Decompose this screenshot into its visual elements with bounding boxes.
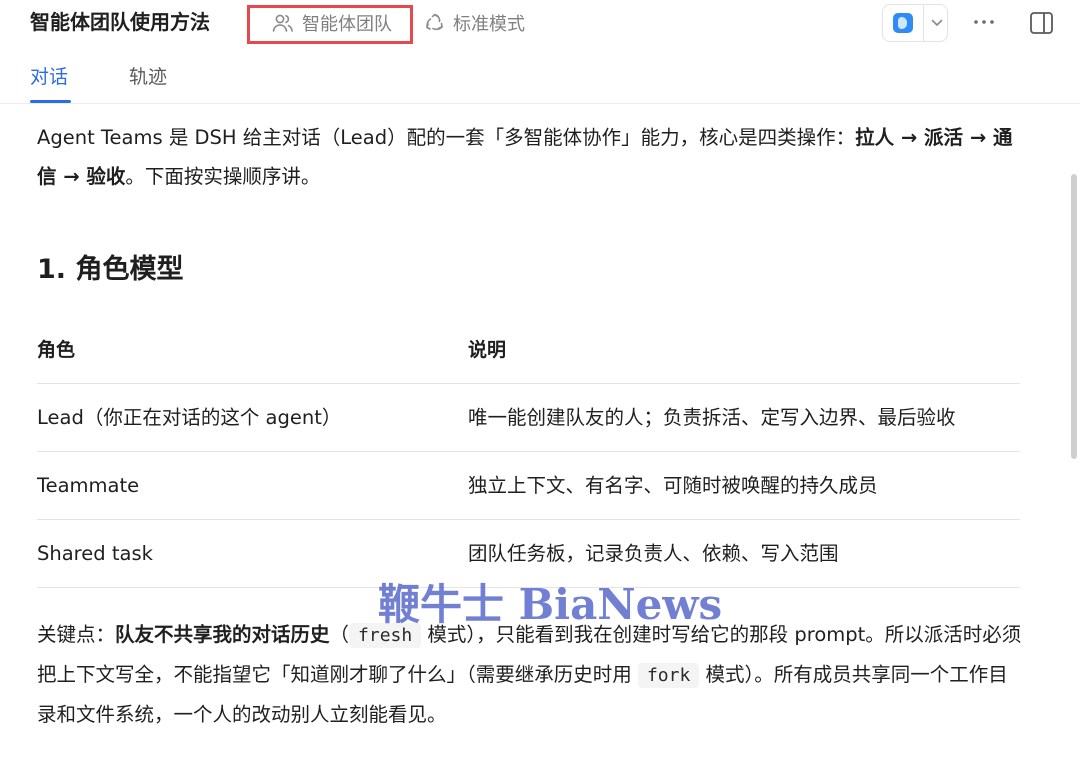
table-header-cell: 说明 [468,339,507,361]
table-cell: Shared task [37,542,153,565]
scrollbar[interactable] [1071,174,1077,459]
top-bar: 智能体团队使用方法 智能体团队 标准模式 [0,0,1080,48]
chevron-down-icon[interactable] [930,16,944,30]
people-icon [272,13,294,33]
key-point-text: （ [329,623,350,646]
watermark-logo: 鞭牛士 BiaNews [378,580,723,629]
active-tab-indicator [30,100,71,103]
table-row: Lead（你正在对话的这个 agent） 唯一能创建队友的人；负责拆活、定写入边… [37,384,1020,452]
key-point-prefix: 关键点： [37,623,116,646]
intro-paragraph: Agent Teams 是 DSH 给主对话（Lead）配的一套「多智能体协作」… [37,118,1027,196]
more-options-button[interactable] [970,8,998,36]
table-cell: Lead（你正在对话的这个 agent） [37,406,342,429]
agent-team-mode-button[interactable]: 智能体团队 [272,10,392,36]
inline-code-fork: fork [637,663,700,688]
sidebar-panel-icon [1030,12,1053,34]
key-point-paragraph: 关键点：队友不共享我的对话历史（ fresh 模式），只能看到我在创建时写给它的那… [37,615,1027,734]
ellipsis-icon [974,20,994,24]
table-cell: 唯一能创建队友的人；负责拆活、定写入边界、最后验收 [468,406,956,429]
table-cell: 团队任务板，记录负责人、依赖、写入范围 [468,542,839,565]
table-cell: 独立上下文、有名字、可随时被唤醒的持久成员 [468,474,878,497]
model-logo-icon [893,13,913,33]
model-picker[interactable] [882,4,948,42]
agent-team-mode-label: 智能体团队 [302,14,392,35]
section-heading: 1. 角色模型 [37,254,184,285]
table-row: Teammate 独立上下文、有名字、可随时被唤醒的持久成员 [37,452,1020,520]
standard-mode-label: 标准模式 [453,14,525,35]
roles-table: 角色 说明 Lead（你正在对话的这个 agent） 唯一能创建队友的人；负责拆… [37,316,1020,588]
conversation-title: 智能体团队使用方法 [30,10,210,34]
table-cell: Teammate [37,474,140,497]
tab-conversation[interactable]: 对话 [30,64,68,90]
toggle-sidebar-button[interactable] [1029,10,1055,36]
picker-divider [923,5,924,41]
key-point-bold: 队友不共享我的对话历史 [115,623,330,646]
recycle-icon [425,13,445,33]
tab-bar: 对话 轨迹 [0,56,1080,104]
table-header-cell: 角色 [37,339,76,361]
intro-text: Agent Teams 是 DSH 给主对话（Lead）配的一套「多智能体协作」… [37,126,856,149]
tab-trace[interactable]: 轨迹 [129,64,167,90]
intro-text-end: 。下面按实操顺序讲。 [125,165,321,188]
standard-mode-button[interactable]: 标准模式 [425,10,525,36]
table-row: Shared task 团队任务板，记录负责人、依赖、写入范围 [37,520,1020,588]
table-header-row: 角色 说明 [37,316,1020,384]
